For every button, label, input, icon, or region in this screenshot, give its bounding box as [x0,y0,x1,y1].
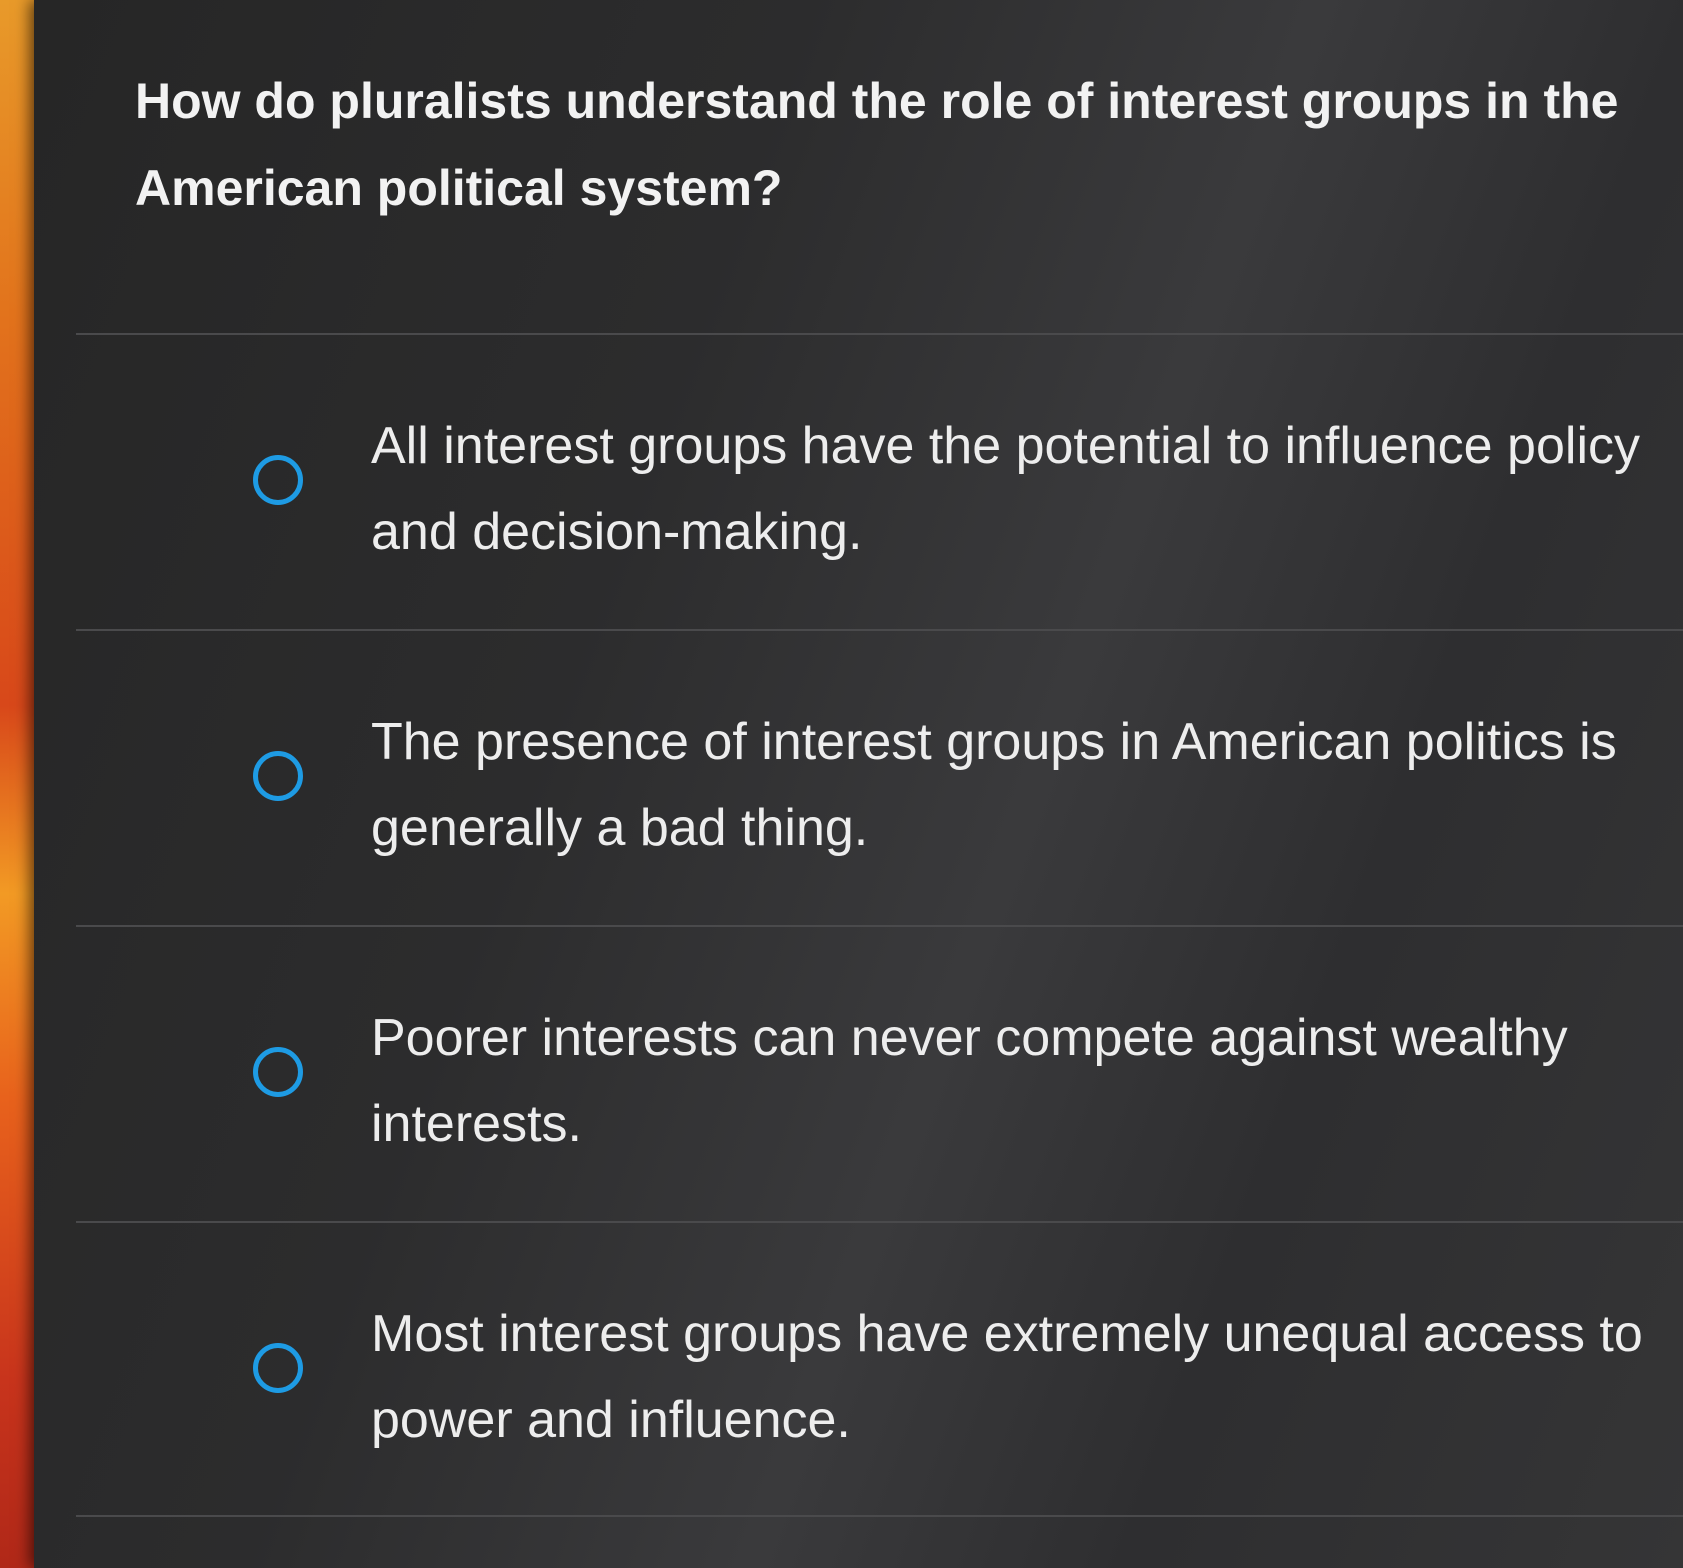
answer-option-2[interactable]: The presence of interest groups in Ameri… [76,629,1683,925]
radio-button-2[interactable] [253,751,303,801]
answer-options: All interest groups have the potential t… [76,333,1683,1517]
answer-option-label-1[interactable]: All interest groups have the potential t… [371,403,1661,575]
radio-button-4[interactable] [253,1343,303,1393]
quiz-panel: How do pluralists understand the role of… [34,0,1683,1568]
answer-option-3[interactable]: Poorer interests can never compete again… [76,925,1683,1221]
answer-option-label-3[interactable]: Poorer interests can never compete again… [371,995,1661,1167]
answer-option-label-4[interactable]: Most interest groups have extremely uneq… [371,1291,1661,1463]
answer-option-1[interactable]: All interest groups have the potential t… [76,333,1683,629]
question-text: How do pluralists understand the role of… [135,73,1619,216]
radio-button-3[interactable] [253,1047,303,1097]
answer-option-4[interactable]: Most interest groups have extremely uneq… [76,1221,1683,1517]
answer-option-label-2[interactable]: The presence of interest groups in Ameri… [371,699,1661,871]
radio-button-1[interactable] [253,455,303,505]
